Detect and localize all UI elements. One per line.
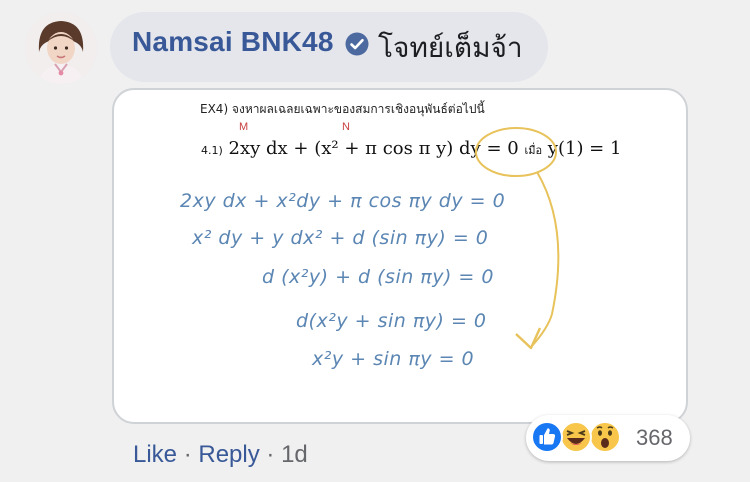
wow-icon <box>589 421 621 453</box>
reaction-count: 368 <box>636 425 673 450</box>
reply-link[interactable]: Reply <box>198 441 259 468</box>
solution-step-3: d (x²y) + d (sin πy) = 0 <box>262 266 494 288</box>
highlight-doodle <box>475 127 560 350</box>
avatar[interactable] <box>25 12 97 84</box>
verified-badge-icon <box>344 31 370 57</box>
avatar-photo <box>25 12 97 84</box>
like-icon <box>531 421 563 453</box>
solution-step-5: x²y + sin πy = 0 <box>312 348 475 370</box>
comment-actions: Like · Reply · 1d <box>133 441 308 469</box>
separator: · <box>183 441 192 468</box>
reactions-summary[interactable]: 368 <box>526 415 690 461</box>
comment-timestamp[interactable]: 1d <box>281 441 308 468</box>
comment-text: โจทย์เต็มจ้า <box>378 31 523 64</box>
comment-author[interactable]: Namsai BNK48 <box>132 26 334 58</box>
solution-step-2: x² dy + y dx² + d (sin πy) = 0 <box>192 227 489 249</box>
haha-icon <box>560 421 592 453</box>
solution-step-4: d(x²y + sin πy) = 0 <box>296 310 487 332</box>
separator: · <box>266 441 275 468</box>
solution-step-1: 2xy dx + x²dy + π cos πy dy = 0 <box>180 190 506 212</box>
like-link[interactable]: Like <box>133 441 177 468</box>
